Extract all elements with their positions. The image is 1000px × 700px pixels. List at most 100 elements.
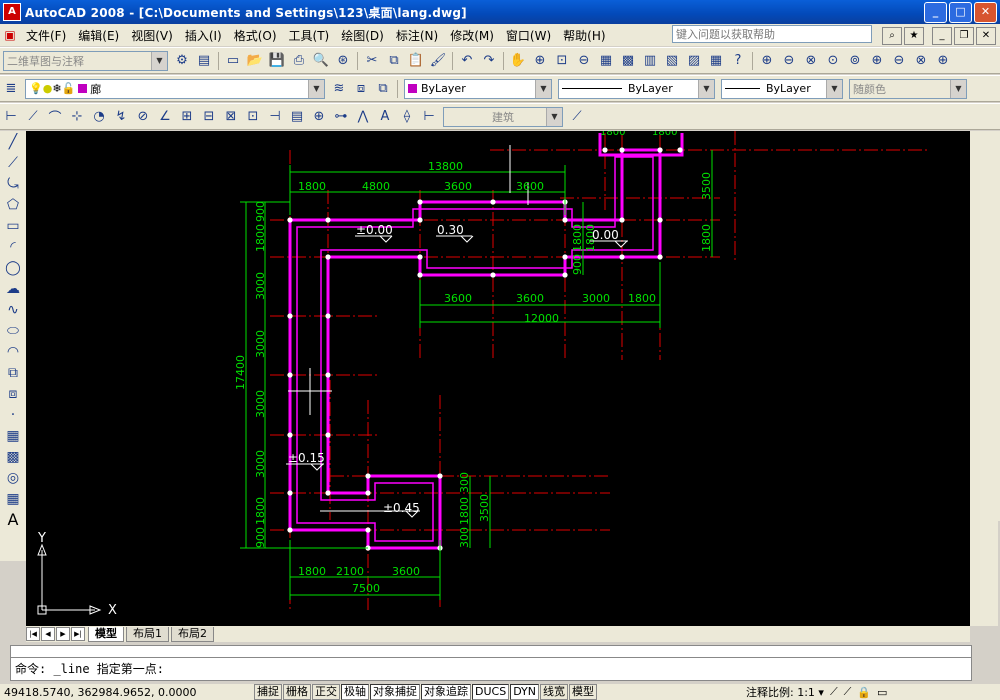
- arc-icon[interactable]: ◜: [2, 236, 24, 257]
- help-icon[interactable]: ?: [728, 51, 748, 71]
- menu-format[interactable]: 格式(O): [228, 27, 283, 44]
- dim-update-icon[interactable]: ⊢: [419, 107, 439, 127]
- dimstyle-select[interactable]: 建筑 ▼: [443, 106, 563, 127]
- workspace-settings-icon[interactable]: ⚙: [172, 51, 192, 71]
- workspace-save-icon[interactable]: ▤: [194, 51, 214, 71]
- multiline-text-icon[interactable]: A: [2, 509, 24, 530]
- markup-icon[interactable]: ▨: [684, 51, 704, 71]
- properties-icon[interactable]: ▦: [596, 51, 616, 71]
- gradient-icon[interactable]: ▩: [2, 446, 24, 467]
- tolerance-icon[interactable]: ▤: [287, 107, 307, 127]
- menu-window[interactable]: 窗口(W): [500, 27, 557, 44]
- print-icon[interactable]: ⎙: [289, 51, 309, 71]
- search-icon[interactable]: ⌕: [882, 27, 902, 45]
- ducs-toggle[interactable]: DUCS: [472, 684, 510, 700]
- doc-close-button[interactable]: ✕: [976, 27, 996, 45]
- calculator-icon[interactable]: ▦: [706, 51, 726, 71]
- linetype-select[interactable]: ByLayer ▼: [558, 78, 715, 99]
- minimize-button[interactable]: _: [924, 2, 947, 23]
- clean-screen-icon[interactable]: ▭: [877, 686, 887, 699]
- ortho-toggle[interactable]: 正交: [312, 684, 340, 700]
- annotation-visibility-icon[interactable]: ⟋: [830, 685, 838, 699]
- zoom-out-icon[interactable]: ⊖: [779, 51, 799, 71]
- model-toggle[interactable]: 模型: [569, 684, 598, 700]
- annotation-scale[interactable]: 注释比例: 1:1 ▾: [746, 684, 824, 700]
- make-block-icon[interactable]: ⧈: [2, 383, 24, 404]
- linear-dimension-icon[interactable]: ⊢: [1, 107, 21, 127]
- spline-icon[interactable]: ∿: [2, 299, 24, 320]
- zoom-scale-icon[interactable]: ⊚: [845, 51, 865, 71]
- inspect-icon[interactable]: ⊶: [331, 107, 351, 127]
- copy-icon[interactable]: ⧉: [384, 51, 404, 71]
- polygon-icon[interactable]: ⬠: [2, 194, 24, 215]
- plot-preview-icon[interactable]: 🔍: [311, 51, 331, 71]
- space-icon[interactable]: ⊡: [243, 107, 263, 127]
- rectangle-icon[interactable]: ▭: [2, 215, 24, 236]
- zoom-center-icon[interactable]: ⊕: [867, 51, 887, 71]
- otrack-toggle[interactable]: 对象追踪: [421, 684, 471, 700]
- angular-icon[interactable]: ∠: [155, 107, 175, 127]
- pan-icon[interactable]: ✋: [508, 51, 528, 71]
- jogged-linear-icon[interactable]: ⋀: [353, 107, 373, 127]
- hatch-icon[interactable]: ▦: [2, 425, 24, 446]
- make-layer-current-icon[interactable]: ≋: [329, 79, 349, 99]
- close-button[interactable]: ✕: [974, 2, 997, 23]
- prev-tab-icon[interactable]: ◀: [41, 627, 55, 641]
- new-file-icon[interactable]: ▭: [223, 51, 243, 71]
- menu-view[interactable]: 视图(V): [125, 27, 179, 44]
- table-icon[interactable]: ▦: [2, 488, 24, 509]
- insert-block-icon[interactable]: ⧉: [2, 362, 24, 383]
- tab-layout2[interactable]: 布局2: [171, 626, 214, 642]
- redo-icon[interactable]: ↷: [479, 51, 499, 71]
- lineweight-select[interactable]: ByLayer ▼: [721, 78, 843, 99]
- menu-dimension[interactable]: 标注(N): [390, 27, 444, 44]
- paste-icon[interactable]: 📋: [406, 51, 426, 71]
- dimstyle-manager-icon[interactable]: ⟋: [567, 107, 587, 127]
- command-line-input[interactable]: 命令: _line 指定第一点:: [10, 657, 972, 681]
- open-file-icon[interactable]: 📂: [245, 51, 265, 71]
- arc-length-icon[interactable]: ⌒: [45, 107, 65, 127]
- layer-manager-icon[interactable]: ≣: [1, 79, 21, 99]
- doc-restore-button[interactable]: ❐: [954, 27, 974, 45]
- tab-layout1[interactable]: 布局1: [126, 626, 169, 642]
- layer-previous-icon[interactable]: ⧈: [351, 79, 371, 99]
- annotation-autoscale-icon[interactable]: ⟋: [844, 685, 852, 699]
- tab-model[interactable]: 模型: [88, 626, 124, 642]
- menu-edit[interactable]: 编辑(E): [72, 27, 125, 44]
- layer-states-icon[interactable]: ⧉: [373, 79, 393, 99]
- zoom-in-icon[interactable]: ⊕: [757, 51, 777, 71]
- cut-icon[interactable]: ✂: [362, 51, 382, 71]
- quick-dimension-icon[interactable]: ⊞: [177, 107, 197, 127]
- menu-help[interactable]: 帮助(H): [557, 27, 611, 44]
- zoom-all-icon[interactable]: ⊗: [801, 51, 821, 71]
- revcloud-icon[interactable]: ☁: [2, 278, 24, 299]
- plotstyle-select[interactable]: 随颜色 ▼: [849, 78, 967, 99]
- zoom-extents-icon[interactable]: ⊙: [823, 51, 843, 71]
- dim-edit-icon[interactable]: A: [375, 107, 395, 127]
- undo-icon[interactable]: ↶: [457, 51, 477, 71]
- doc-icon[interactable]: ▣: [1, 25, 19, 45]
- layer-select[interactable]: 💡 ● ❄ 🔓 廊 ▼: [25, 78, 325, 99]
- aligned-dimension-icon[interactable]: ⟋: [23, 107, 43, 127]
- grid-toggle[interactable]: 栅格: [283, 684, 311, 700]
- construction-line-icon[interactable]: ⟋: [2, 152, 24, 173]
- region-icon[interactable]: ◎: [2, 467, 24, 488]
- publish-icon[interactable]: ⊛: [333, 51, 353, 71]
- color-select[interactable]: ByLayer ▼: [404, 78, 552, 99]
- match-properties-icon[interactable]: 🖌: [428, 51, 448, 71]
- menu-tools[interactable]: 工具(T): [283, 27, 336, 44]
- zoom-window2-icon[interactable]: ⊕: [933, 51, 953, 71]
- radius-icon[interactable]: ◔: [89, 107, 109, 127]
- menu-file[interactable]: 文件(F): [20, 27, 72, 44]
- snap-toggle[interactable]: 捕捉: [254, 684, 282, 700]
- polar-toggle[interactable]: 极轴: [341, 684, 369, 700]
- center-mark-icon[interactable]: ⊕: [309, 107, 329, 127]
- menu-draw[interactable]: 绘图(D): [335, 27, 390, 44]
- vertical-scrollbar-area[interactable]: [970, 131, 998, 626]
- menu-insert[interactable]: 插入(I): [179, 27, 228, 44]
- tool-palettes-icon[interactable]: ▥: [640, 51, 660, 71]
- maximize-button[interactable]: □: [949, 2, 972, 23]
- point-icon[interactable]: ·: [2, 404, 24, 425]
- save-icon[interactable]: 💾: [267, 51, 287, 71]
- drawing-canvas[interactable]: Y X 13800 1800 4800 3600 3600 3600 3600 …: [26, 131, 970, 626]
